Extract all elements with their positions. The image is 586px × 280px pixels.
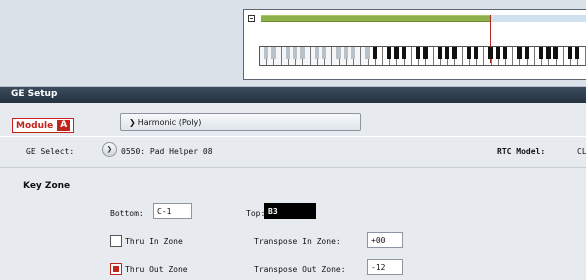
- black-key: [488, 47, 493, 59]
- chevron-right-icon: ❯: [106, 144, 113, 155]
- key-zone-section: [0, 168, 586, 280]
- key-zone-range-bar[interactable]: [261, 15, 491, 22]
- white-key: [382, 47, 392, 65]
- black-key: [423, 47, 428, 59]
- black-key: [394, 47, 399, 59]
- bottom-key-value: C-1: [157, 206, 172, 216]
- black-key: [321, 47, 327, 59]
- black-key: [524, 47, 529, 59]
- top-key-field[interactable]: B3: [264, 203, 316, 219]
- black-key: [473, 47, 479, 59]
- black-key: [365, 47, 370, 59]
- white-key: [260, 47, 269, 65]
- white-key: [281, 47, 291, 65]
- black-key: [415, 47, 421, 59]
- black-key: [575, 47, 580, 59]
- white-key: [411, 47, 421, 65]
- black-key: [502, 47, 508, 59]
- top-key-value: B3: [268, 206, 278, 216]
- black-key: [444, 47, 450, 59]
- black-key: [538, 47, 544, 59]
- white-key: [563, 47, 573, 65]
- rtc-model-label: RTC Model:: [497, 147, 546, 156]
- black-key: [314, 47, 320, 59]
- black-key: [300, 47, 305, 59]
- thru-out-zone-label: Thru Out Zone: [125, 265, 188, 274]
- black-key: [546, 47, 551, 59]
- black-key: [264, 47, 269, 59]
- transpose-in-zone-label: Transpose In Zone:: [254, 237, 341, 246]
- white-key: [361, 47, 370, 65]
- divider: [0, 136, 586, 137]
- module-label: Module: [16, 120, 54, 131]
- module-letter-badge: A: [57, 120, 71, 131]
- white-key: [332, 47, 341, 65]
- black-key: [495, 47, 500, 59]
- black-key: [336, 47, 341, 59]
- white-key: [534, 47, 544, 65]
- white-key: [513, 47, 522, 65]
- ge-select-label: GE Select:: [26, 147, 75, 156]
- black-key: [517, 47, 522, 59]
- keyboard: [259, 46, 586, 66]
- black-key: [437, 47, 443, 59]
- black-key: [372, 47, 377, 59]
- program-type-label: Harmonic (Poly): [137, 117, 202, 127]
- top-key-label: Top:: [246, 209, 266, 218]
- transpose-in-zone-field[interactable]: +00: [367, 232, 403, 248]
- white-key: [462, 47, 471, 65]
- white-key: [433, 47, 443, 65]
- transpose-in-zone-value: +00: [371, 235, 386, 245]
- title-bar: [0, 87, 586, 103]
- transpose-out-zone-label: Transpose Out Zone:: [254, 265, 346, 274]
- black-key: [293, 47, 298, 59]
- page-title: GE Setup: [11, 89, 58, 99]
- black-key: [285, 47, 291, 59]
- black-key: [567, 47, 573, 59]
- module-selector[interactable]: Module A: [12, 118, 75, 133]
- black-key: [343, 47, 348, 59]
- program-type-button[interactable]: ❯ Harmonic (Poly): [120, 113, 361, 131]
- thru-in-zone-label: Thru In Zone: [125, 237, 183, 246]
- black-key: [466, 47, 471, 59]
- black-key: [553, 47, 558, 59]
- black-key: [452, 47, 457, 59]
- bottom-key-field[interactable]: C-1: [153, 203, 192, 219]
- key-zone-title: Key Zone: [23, 181, 71, 191]
- thru-in-zone-checkbox[interactable]: [110, 235, 122, 247]
- bottom-key-label: Bottom:: [110, 209, 144, 218]
- transpose-out-zone-field[interactable]: -12: [367, 259, 403, 275]
- ge-select-value[interactable]: 0550: Pad Helper 08: [121, 147, 213, 156]
- black-key: [387, 47, 392, 59]
- chevron-right-icon: ❯: [129, 117, 136, 127]
- thru-out-zone-checkbox[interactable]: [110, 263, 122, 275]
- transpose-out-zone-value: -12: [371, 262, 386, 272]
- black-key: [350, 47, 356, 59]
- black-key: [401, 47, 406, 59]
- range-toggle-icon[interactable]: [248, 15, 255, 22]
- white-key: [310, 47, 320, 65]
- black-key: [271, 47, 276, 59]
- rtc-model-value[interactable]: CL: [577, 147, 586, 156]
- ge-select-button[interactable]: ❯: [102, 142, 117, 157]
